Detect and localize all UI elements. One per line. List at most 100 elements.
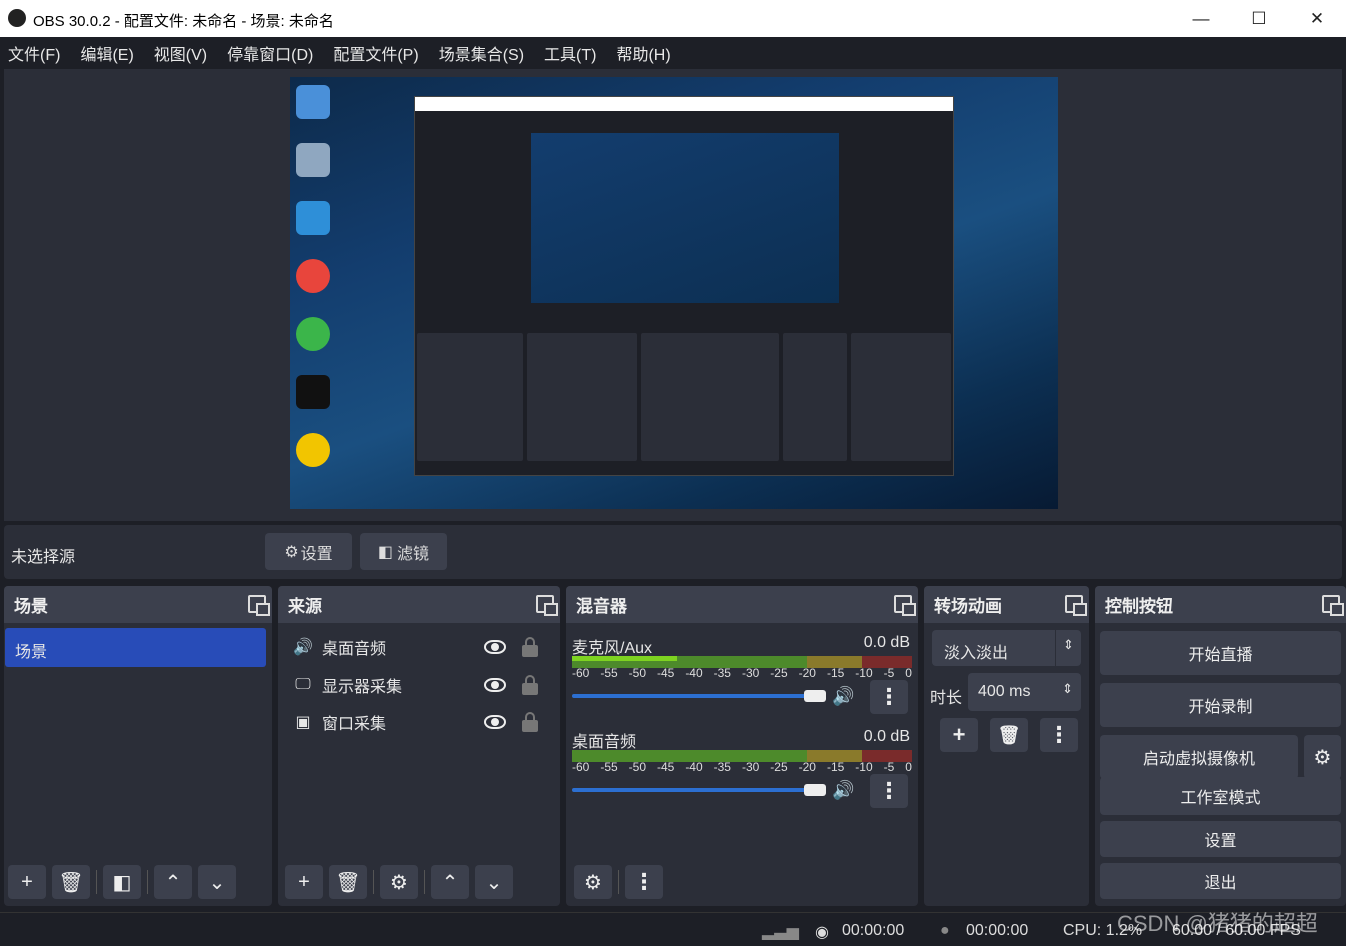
menu-tools[interactable]: 工具(T) — [544, 41, 596, 65]
signal-strength-icon: ▂▃▅ — [762, 923, 799, 940]
move-scene-up-button[interactable]: ⌃ — [154, 865, 192, 899]
scene-list-item[interactable]: 场景 — [5, 628, 266, 667]
lock-icon[interactable] — [522, 712, 538, 732]
undock-icon[interactable] — [248, 595, 270, 616]
menu-help[interactable]: 帮助(H) — [616, 41, 670, 65]
meter-scale: -60 -55 -50 -45 -40 -35 -30 -25 -20 -15 -10 -5 0 — [572, 666, 912, 680]
volume-slider-handle[interactable] — [804, 784, 826, 796]
sources-header: 来源 — [278, 586, 560, 623]
tick-label: -40 — [685, 666, 703, 680]
volume-slider-handle[interactable] — [804, 690, 826, 702]
lock-icon[interactable] — [522, 637, 538, 657]
remove-source-button[interactable]: 🗑 — [329, 865, 367, 899]
start-recording-button[interactable]: 开始录制 — [1100, 683, 1341, 727]
transition-select[interactable]: 淡入淡出 ⇕ — [932, 630, 1081, 666]
mixer-channel-name: 桌面音频 — [572, 734, 637, 751]
menu-file[interactable]: 文件(F) — [8, 41, 60, 65]
source-settings-button[interactable]: ⚙ 设置 — [265, 533, 352, 570]
obs-logo-icon — [8, 9, 26, 27]
lock-icon[interactable] — [522, 675, 538, 695]
tick-label: -20 — [798, 666, 816, 680]
start-virtual-camera-button[interactable]: 启动虚拟摄像机 — [1100, 735, 1298, 779]
duration-spinbox[interactable]: 400 ms ⇕ — [968, 673, 1081, 711]
undock-icon[interactable] — [894, 595, 916, 616]
menu-scene-collection[interactable]: 场景集合(S) — [439, 41, 524, 65]
preview-area[interactable] — [4, 69, 1342, 521]
tick-label: -45 — [656, 760, 675, 774]
move-source-down-button[interactable]: ⌄ — [475, 865, 513, 899]
undock-icon[interactable] — [536, 595, 558, 616]
mixer-channel-db: 0.0 dB — [863, 634, 910, 651]
add-source-button[interactable]: + — [285, 865, 323, 899]
undock-icon[interactable] — [1065, 595, 1087, 616]
tick-label: 0 — [905, 666, 912, 680]
scene-filters-button[interactable]: ◧ — [103, 865, 141, 899]
transitions-header: 转场动画 — [924, 586, 1089, 623]
tick-label: 0 — [905, 760, 912, 774]
volume-slider[interactable] — [572, 788, 822, 792]
qq-music-icon — [296, 433, 330, 467]
source-item-desktop-audio[interactable]: 🔊 桌面音频 — [292, 632, 386, 662]
visibility-eye-icon[interactable] — [484, 640, 506, 654]
volume-slider[interactable] — [572, 694, 822, 698]
start-streaming-button[interactable]: 开始直播 — [1100, 631, 1341, 675]
speaker-icon[interactable]: 🔊 — [832, 780, 854, 801]
source-item-window-capture[interactable]: ▣ 窗口采集 — [292, 707, 386, 737]
source-properties-button[interactable]: ⚙ — [380, 865, 418, 899]
meter-scale: -60 -55 -50 -45 -40 -35 -30 -25 -20 -15 -10 -5 0 — [572, 760, 912, 774]
add-transition-button[interactable]: + — [940, 718, 978, 752]
tick-label: -5 — [883, 666, 895, 680]
divider — [373, 870, 374, 894]
record-icon: ● — [940, 922, 950, 939]
wechat-icon — [296, 317, 330, 351]
nested-sources-panel — [527, 333, 637, 461]
visibility-eye-icon[interactable] — [484, 715, 506, 729]
settings-button[interactable]: 设置 — [1100, 821, 1341, 857]
monitor-icon: 🖵 — [295, 676, 311, 693]
advanced-audio-button[interactable]: ⚙ — [574, 865, 612, 899]
divider — [96, 870, 97, 894]
move-scene-down-button[interactable]: ⌄ — [198, 865, 236, 899]
transitions-title: 转场动画 — [934, 597, 1002, 616]
nested-title-bar — [415, 97, 953, 111]
no-source-selected-label: 未选择源 — [11, 549, 76, 566]
mixer-menu-button[interactable]: ⋮ — [625, 865, 663, 899]
nested-scenes-panel — [417, 333, 523, 461]
channel-menu-button[interactable]: ⋮ — [870, 774, 908, 808]
recycle-bin-icon — [296, 143, 330, 177]
maximize-button[interactable]: ☐ — [1230, 0, 1288, 37]
undock-icon[interactable] — [1322, 595, 1344, 616]
virtual-camera-settings-gear-icon[interactable]: ⚙ — [1304, 735, 1341, 779]
spin-icon[interactable]: ⇕ — [1062, 681, 1073, 697]
tick-label: -35 — [713, 666, 731, 680]
filter-icon: ◧ — [377, 543, 394, 561]
move-source-up-button[interactable]: ⌃ — [431, 865, 469, 899]
updown-icon: ⇕ — [1055, 630, 1081, 666]
source-filters-button[interactable]: ◧ 滤镜 — [360, 533, 447, 570]
exit-button[interactable]: 退出 — [1100, 863, 1341, 899]
remove-transition-button[interactable]: 🗑 — [990, 718, 1028, 752]
menu-profile[interactable]: 配置文件(P) — [333, 41, 418, 65]
menu-docks[interactable]: 停靠窗口(D) — [227, 41, 313, 65]
menu-edit[interactable]: 编辑(E) — [80, 41, 133, 65]
studio-mode-button[interactable]: 工作室模式 — [1100, 777, 1341, 815]
source-item-display-capture[interactable]: 🖵 显示器采集 — [292, 670, 402, 700]
visibility-eye-icon[interactable] — [484, 678, 506, 692]
preview-canvas[interactable] — [290, 77, 1058, 509]
add-scene-button[interactable]: + — [8, 865, 46, 899]
minimize-button[interactable]: — — [1172, 0, 1230, 37]
divider — [147, 870, 148, 894]
speaker-icon[interactable]: 🔊 — [832, 686, 854, 707]
tick-label: -55 — [600, 760, 618, 774]
transition-properties-button[interactable]: ⋮ — [1040, 718, 1078, 752]
channel-menu-button[interactable]: ⋮ — [870, 680, 908, 714]
tick-label: -50 — [628, 760, 646, 774]
controls-header: 控制按钮 — [1095, 586, 1346, 623]
close-button[interactable]: ✕ — [1288, 0, 1346, 37]
window-title: OBS 30.0.2 - 配置文件: 未命名 - 场景: 未命名 — [33, 13, 334, 30]
remove-scene-button[interactable]: 🗑 — [52, 865, 90, 899]
title-bar: OBS 30.0.2 - 配置文件: 未命名 - 场景: 未命名 — ☐ ✕ — [0, 0, 1346, 37]
transition-selected: 淡入淡出 — [944, 645, 1009, 662]
controls-title: 控制按钮 — [1105, 597, 1173, 616]
menu-view[interactable]: 视图(V) — [154, 41, 207, 65]
